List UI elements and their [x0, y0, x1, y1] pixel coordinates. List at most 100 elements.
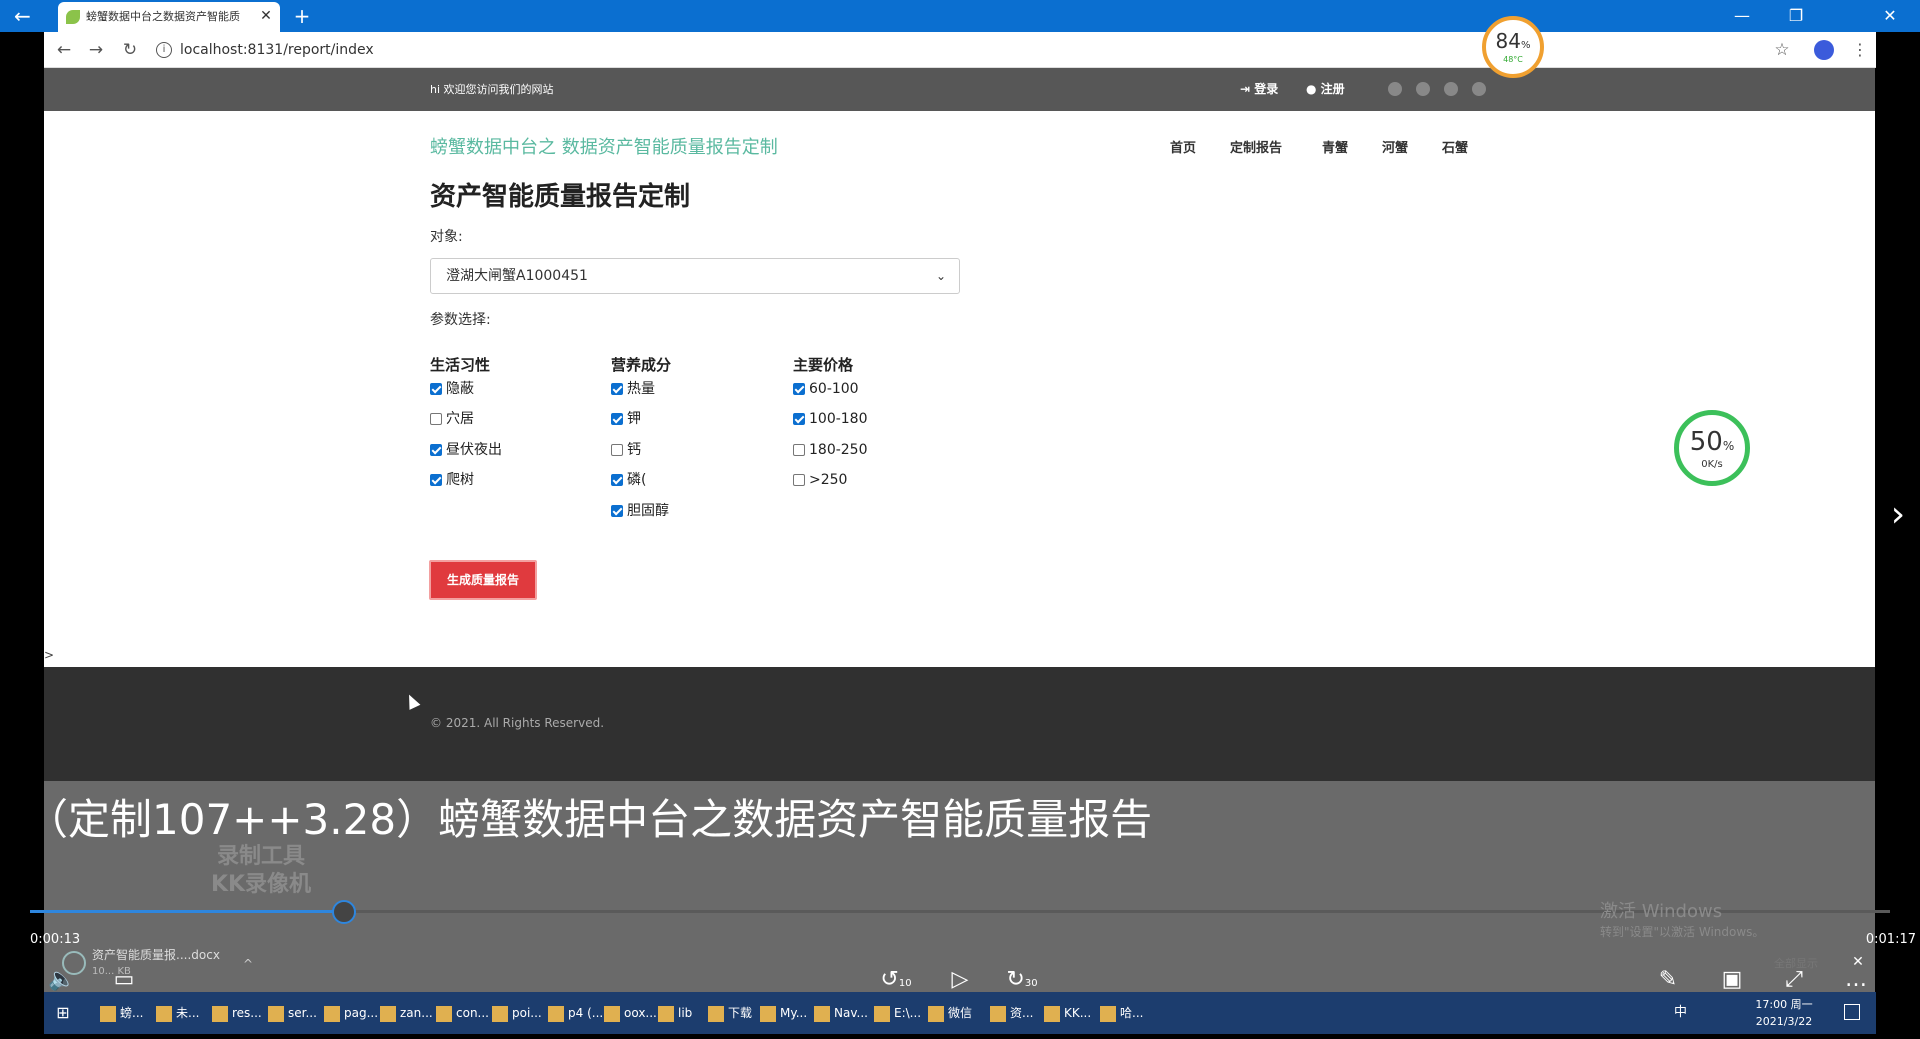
nav-green-crab[interactable]: 青蟹	[1322, 139, 1362, 159]
nav-stone-crab[interactable]: 石蟹	[1442, 139, 1482, 159]
browser-tab[interactable]: 螃蟹数据中台之数据资产智能质 ✕	[58, 2, 280, 32]
checkbox[interactable]	[611, 383, 623, 395]
taskbar-item[interactable]: 螃...	[100, 1000, 154, 1026]
taskbar-item-label: 微信	[948, 1006, 973, 1020]
progress-knob[interactable]	[332, 900, 356, 924]
forward-button[interactable]: →	[84, 39, 108, 61]
checkbox[interactable]	[430, 474, 442, 486]
taskbar-item[interactable]: 下载	[708, 1000, 762, 1026]
system-clock[interactable]: 17:00 周一 2021/3/22	[1744, 996, 1824, 1030]
app-icon	[492, 1005, 508, 1022]
weibo-icon[interactable]	[1416, 82, 1430, 96]
wechat-icon[interactable]	[1444, 82, 1458, 96]
reload-button[interactable]: ↻	[118, 39, 142, 61]
option-phosphorus[interactable]: 磷(	[611, 470, 731, 490]
minimize-icon[interactable]: —	[1720, 4, 1764, 28]
taskbar-item[interactable]: oox...	[604, 1000, 658, 1026]
option-price-180-250[interactable]: 180-250	[793, 440, 913, 460]
show-all-link[interactable]: 全部显示	[1774, 956, 1824, 972]
taskbar-item[interactable]: ser...	[268, 1000, 322, 1026]
back-button[interactable]: ←	[52, 39, 76, 61]
chevron-down-icon: ⌄	[935, 269, 947, 283]
taskbar-item[interactable]: lib	[658, 1000, 712, 1026]
taskbar-item[interactable]: 微信	[928, 1000, 982, 1026]
windows-start-icon[interactable]: ⊞	[54, 1004, 72, 1022]
network-speed: 0K/s	[1701, 459, 1723, 470]
nav-home[interactable]: 首页	[1170, 139, 1210, 159]
taskbar-item[interactable]: 哈...	[1100, 1000, 1154, 1026]
taskbar-item[interactable]: E:\...	[874, 1000, 928, 1026]
taskbar-item[interactable]: 未...	[156, 1000, 210, 1026]
close-window-icon[interactable]: ✕	[1868, 4, 1912, 28]
taskbar-item[interactable]: KK...	[1044, 1000, 1098, 1026]
chevron-up-icon[interactable]: ^	[240, 956, 256, 972]
checkbox[interactable]	[430, 383, 442, 395]
cpu-percent: 84%	[1495, 29, 1531, 53]
ime-indicator[interactable]: 中	[1674, 1004, 1694, 1022]
checkbox[interactable]	[611, 505, 623, 517]
option-nocturnal[interactable]: 昼伏夜出	[430, 440, 550, 460]
register-link[interactable]: ● 注册	[1306, 80, 1386, 98]
site-info-icon[interactable]: i	[156, 42, 172, 58]
taskbar-item[interactable]: Nav...	[814, 1000, 868, 1026]
checkbox[interactable]	[793, 474, 805, 486]
generate-report-button[interactable]: 生成质量报告	[429, 560, 537, 600]
cpu-temperature: 48°C	[1503, 55, 1523, 64]
new-tab-button[interactable]: +	[290, 4, 314, 28]
url-field[interactable]: localhost:8131/report/index	[180, 41, 580, 59]
option-price-100-180[interactable]: 100-180	[793, 409, 913, 429]
app-icon	[548, 1005, 564, 1022]
app-icon	[928, 1005, 944, 1022]
login-link[interactable]: ⇥ 登录	[1240, 80, 1310, 98]
nav-custom-report[interactable]: 定制报告	[1230, 139, 1300, 159]
option-price-60-100[interactable]: 60-100	[793, 379, 913, 399]
close-downloads-icon[interactable]: ✕	[1850, 954, 1866, 970]
mail-icon[interactable]	[1472, 82, 1486, 96]
checkbox[interactable]	[430, 413, 442, 425]
taskbar-item[interactable]: p4 (...	[548, 1000, 603, 1026]
object-select[interactable]: 澄湖大闸蟹A1000451 ⌄	[430, 258, 960, 294]
qq-icon[interactable]	[1388, 82, 1402, 96]
site-title[interactable]: 螃蟹数据中台之 数据资产智能质量报告定制	[430, 135, 850, 161]
checkbox[interactable]	[611, 413, 623, 425]
download-item[interactable]: 资产智能质量报....docx 10... KB	[56, 945, 266, 981]
option-calcium[interactable]: 钙	[611, 440, 731, 460]
bookmark-star-icon[interactable]: ☆	[1772, 40, 1792, 60]
taskbar-item-label: E:\...	[894, 1006, 922, 1020]
app-icon	[268, 1005, 284, 1022]
app-icon	[1100, 1005, 1116, 1022]
nav-river-crab[interactable]: 河蟹	[1382, 139, 1422, 159]
checkbox[interactable]	[430, 444, 442, 456]
taskbar-item[interactable]: 资...	[990, 1000, 1044, 1026]
checkbox[interactable]	[793, 383, 805, 395]
profile-avatar-icon[interactable]	[1814, 40, 1834, 60]
taskbar-item[interactable]: poi...	[492, 1000, 546, 1026]
taskbar-item[interactable]: con...	[436, 1000, 490, 1026]
browser-menu-icon[interactable]: ⋮	[1852, 40, 1868, 60]
option-calories[interactable]: 热量	[611, 379, 731, 399]
chevron-right-icon[interactable]: ›	[1884, 495, 1912, 535]
register-label: 注册	[1320, 82, 1345, 96]
object-label: 对象:	[430, 229, 463, 245]
taskbar-item[interactable]: res...	[212, 1000, 266, 1026]
taskbar-item[interactable]: My...	[760, 1000, 814, 1026]
app-icon	[658, 1005, 674, 1022]
checkbox[interactable]	[611, 474, 623, 486]
checkbox[interactable]	[793, 413, 805, 425]
option-cholesterol[interactable]: 胆固醇	[611, 501, 731, 521]
taskbar-item-label: 螃...	[120, 1006, 144, 1020]
taskbar-item[interactable]: pag...	[324, 1000, 378, 1026]
notification-icon[interactable]	[1844, 1004, 1860, 1020]
checkbox[interactable]	[793, 444, 805, 456]
option-potassium[interactable]: 钾	[611, 409, 731, 429]
option-price-over-250[interactable]: >250	[793, 470, 913, 490]
option-burrow[interactable]: 穴居	[430, 409, 550, 429]
restore-icon[interactable]: ❐	[1774, 4, 1818, 28]
checkbox[interactable]	[611, 444, 623, 456]
taskbar-item-label: pag...	[344, 1006, 379, 1020]
taskbar-item[interactable]: zan...	[380, 1000, 434, 1026]
option-hidden[interactable]: 隐蔽	[430, 379, 550, 399]
option-climb[interactable]: 爬树	[430, 470, 550, 490]
tab-close-icon[interactable]: ✕	[258, 8, 274, 24]
window-back-arrow-icon[interactable]: ←	[14, 6, 44, 26]
